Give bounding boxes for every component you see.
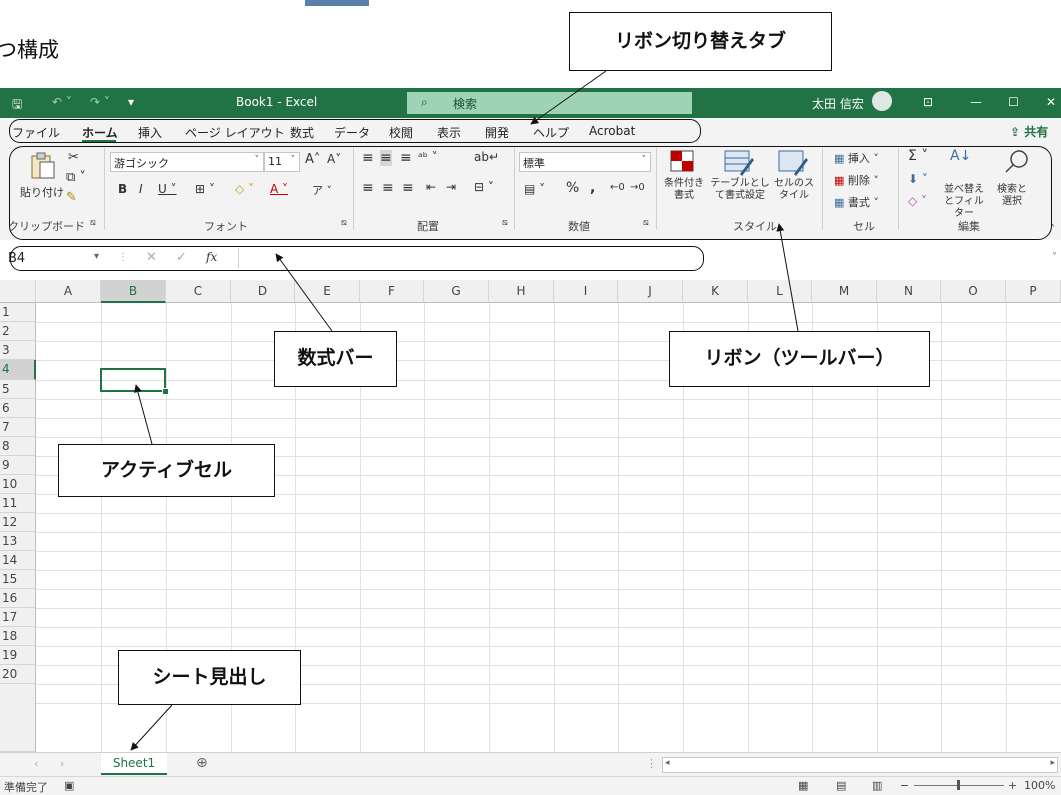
- fill-handle[interactable]: [162, 388, 169, 395]
- scroll-splitter-icon[interactable]: ⋮: [646, 757, 657, 770]
- column-header-f[interactable]: F: [360, 280, 424, 303]
- ribbon-outline: [9, 146, 1052, 240]
- column-header-a[interactable]: A: [36, 280, 101, 303]
- share-icon: ⇪: [1010, 125, 1025, 139]
- title-bar: 🖫 ↶ ˅ ↷ ˅ ▾ Book1 - Excel ⌕ 検索 太田 信宏 ⊡ —…: [0, 88, 1061, 118]
- row-header-4[interactable]: 4: [0, 360, 36, 380]
- row-header-10[interactable]: 10: [0, 475, 36, 494]
- ribbon-tabs-callout: リボン切り替えタブ: [569, 12, 832, 71]
- row-header-6[interactable]: 6: [0, 399, 36, 418]
- row-header-13[interactable]: 13: [0, 532, 36, 551]
- page-break-view-icon[interactable]: ▥: [872, 779, 882, 792]
- status-ready: 準備完了: [4, 781, 48, 794]
- row-header-5[interactable]: 5: [0, 380, 36, 399]
- zoom-out-icon[interactable]: −: [900, 779, 909, 792]
- column-header-k[interactable]: K: [683, 280, 748, 303]
- row-header-18[interactable]: 18: [0, 627, 36, 646]
- status-bar: 準備完了 ▣ ▦ ▤ ▥ − + 100%: [0, 776, 1061, 795]
- row-header-12[interactable]: 12: [0, 513, 36, 532]
- active-cell-b4[interactable]: [100, 368, 166, 392]
- zoom-slider-thumb[interactable]: [957, 780, 960, 790]
- column-header-d[interactable]: D: [231, 280, 295, 303]
- close-icon[interactable]: ✕: [1046, 95, 1056, 109]
- row-header-9[interactable]: 9: [0, 456, 36, 475]
- ribbon-callout: リボン（ツールバー）: [669, 331, 930, 387]
- column-header-n[interactable]: N: [877, 280, 941, 303]
- row-header-19[interactable]: 19: [0, 646, 36, 665]
- row-header-1[interactable]: 1: [0, 303, 36, 322]
- top-blue-tab: [305, 0, 369, 6]
- sheet-tab-sheet1[interactable]: Sheet1: [101, 753, 167, 775]
- user-name: 太田 信宏: [812, 97, 864, 111]
- column-header-c[interactable]: C: [166, 280, 231, 303]
- scroll-sheets-right-icon[interactable]: ›: [60, 757, 64, 770]
- sheet-tab-callout: シート見出し: [118, 650, 301, 705]
- maximize-icon[interactable]: ☐: [1008, 95, 1019, 109]
- zoom-level[interactable]: 100%: [1024, 779, 1055, 792]
- row-header-2[interactable]: 2: [0, 322, 36, 341]
- add-sheet-icon[interactable]: ⊕: [196, 755, 208, 771]
- row-header-7[interactable]: 7: [0, 418, 36, 437]
- scroll-sheets-left-icon[interactable]: ‹: [34, 757, 38, 770]
- column-header-i[interactable]: I: [554, 280, 618, 303]
- share-label: 共有: [1024, 125, 1049, 139]
- search-label: 検索: [453, 97, 478, 111]
- column-header-m[interactable]: M: [812, 280, 877, 303]
- horizontal-scrollbar[interactable]: ◂ ▸: [662, 757, 1058, 773]
- row-header-20[interactable]: 20: [0, 665, 36, 684]
- column-header-g[interactable]: G: [424, 280, 489, 303]
- search-box[interactable]: ⌕ 検索: [407, 92, 692, 114]
- expand-formula-icon[interactable]: ˅: [1052, 252, 1057, 263]
- window-title: Book1 - Excel: [236, 95, 318, 109]
- formula-bar-outline: [10, 246, 704, 271]
- scroll-right-icon[interactable]: ▸: [1050, 758, 1055, 768]
- row-header-8[interactable]: 8: [0, 437, 36, 456]
- row-header-17[interactable]: 17: [0, 608, 36, 627]
- column-header-l[interactable]: L: [748, 280, 812, 303]
- column-header-j[interactable]: J: [618, 280, 683, 303]
- page-layout-view-icon[interactable]: ▤: [836, 779, 846, 792]
- sheet-tab-bar: ‹ › Sheet1 ⊕ ⋮ ◂ ▸: [0, 752, 1061, 777]
- normal-view-icon[interactable]: ▦: [798, 779, 808, 792]
- select-all-corner[interactable]: [0, 280, 36, 303]
- redo-icon[interactable]: ↷ ˅: [90, 95, 110, 109]
- zoom-in-icon[interactable]: +: [1008, 779, 1017, 792]
- column-header-o[interactable]: O: [941, 280, 1006, 303]
- avatar[interactable]: [872, 91, 892, 111]
- column-header-h[interactable]: H: [489, 280, 554, 303]
- row-header-11[interactable]: 11: [0, 494, 36, 513]
- formula-bar-callout: 数式バー: [274, 331, 397, 387]
- minimize-icon[interactable]: —: [970, 95, 982, 109]
- active-cell-callout: アクティブセル: [58, 444, 275, 497]
- ribbon-tabs-outline: [9, 119, 701, 143]
- undo-icon[interactable]: ↶ ˅: [52, 95, 72, 109]
- scroll-left-icon[interactable]: ◂: [665, 758, 670, 768]
- row-header-16[interactable]: 16: [0, 589, 36, 608]
- row-header-3[interactable]: 3: [0, 341, 36, 360]
- row-header-15[interactable]: 15: [0, 570, 36, 589]
- row-header-14[interactable]: 14: [0, 551, 36, 570]
- search-icon: ⌕: [421, 95, 428, 109]
- page-heading: つ構成: [0, 38, 59, 62]
- share-button[interactable]: ⇪ 共有: [1010, 123, 1048, 140]
- quick-access-menu-icon[interactable]: ▾: [128, 95, 134, 109]
- column-header-e[interactable]: E: [295, 280, 360, 303]
- row-header-filler: [0, 684, 36, 752]
- save-icon[interactable]: 🖫: [12, 95, 22, 116]
- macro-record-icon[interactable]: ▣: [64, 779, 74, 792]
- ribbon-display-options-icon[interactable]: ⊡: [923, 95, 933, 109]
- column-header-b[interactable]: B: [101, 280, 166, 303]
- column-header-p[interactable]: P: [1006, 280, 1061, 303]
